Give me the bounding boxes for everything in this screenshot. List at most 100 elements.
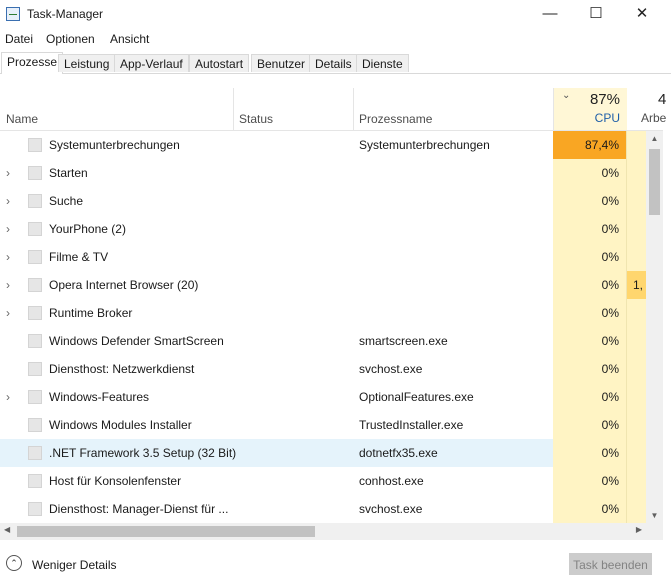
- expand-chevron-icon[interactable]: ›: [6, 166, 10, 180]
- process-name-cell: Windows Defender SmartScreen: [49, 334, 224, 348]
- expand-chevron-icon[interactable]: ›: [6, 306, 10, 320]
- vertical-scroll-thumb[interactable]: [649, 149, 660, 215]
- cpu-cell: 0%: [553, 327, 626, 355]
- table-row[interactable]: › Starten 0%: [0, 159, 646, 187]
- cpu-cell: 0%: [553, 159, 626, 187]
- process-executable-cell: TrustedInstaller.exe: [359, 418, 464, 432]
- chevron-up-circle-icon[interactable]: ⌃: [6, 555, 22, 571]
- memory-cell: [627, 383, 646, 411]
- task-manager-app-icon: [6, 7, 20, 21]
- expand-chevron-icon[interactable]: ›: [6, 194, 10, 208]
- maximize-button[interactable]: ☐: [573, 0, 619, 30]
- end-task-button[interactable]: Task beenden: [569, 553, 652, 575]
- sort-chevron-down-icon: ⌄: [562, 90, 571, 101]
- table-row[interactable]: › Suche 0%: [0, 187, 646, 215]
- table-row[interactable]: Systemunterbrechungen Systemunterbrechung…: [0, 131, 646, 159]
- column-header-arbeitsspeicher[interactable]: 4 Arbe: [627, 88, 667, 130]
- window-title: Task-Manager: [27, 7, 104, 21]
- process-icon: [28, 418, 42, 432]
- horizontal-scroll-thumb[interactable]: [17, 526, 315, 537]
- memory-cell: [627, 327, 646, 355]
- menu-ansicht[interactable]: Ansicht: [110, 32, 149, 46]
- tab-details[interactable]: Details: [309, 54, 358, 72]
- memory-cell: [627, 299, 646, 327]
- expand-chevron-icon[interactable]: ›: [6, 222, 10, 236]
- process-executable-cell: Systemunterbrechungen: [359, 138, 490, 152]
- column-divider[interactable]: [353, 88, 354, 130]
- process-name-cell: YourPhone (2): [49, 222, 126, 236]
- tab-prozesse[interactable]: Prozesse: [1, 52, 64, 74]
- process-name-cell: Host für Konsolenfenster: [49, 474, 182, 488]
- close-button[interactable]: ✕: [619, 0, 665, 30]
- tab-bar: Prozesse Leistung App-Verlauf Autostart …: [0, 52, 671, 74]
- process-executable-cell: conhost.exe: [359, 474, 424, 488]
- cpu-cell: 0%: [553, 495, 626, 523]
- process-icon: [28, 278, 42, 292]
- memory-cell: 1,: [627, 271, 646, 299]
- process-executable-cell: svchost.exe: [359, 502, 423, 516]
- scroll-down-arrow-icon[interactable]: ▼: [646, 511, 663, 520]
- expand-chevron-icon[interactable]: ›: [6, 278, 10, 292]
- process-name-cell: .NET Framework 3.5 Setup (32 Bit): [49, 446, 237, 460]
- table-row[interactable]: Host für Konsolenfenster conhost.exe 0%: [0, 467, 646, 495]
- table-row[interactable]: .NET Framework 3.5 Setup (32 Bit) dotnetf…: [0, 439, 646, 467]
- process-name-cell: Suche: [49, 194, 84, 208]
- scroll-up-arrow-icon[interactable]: ▲: [646, 134, 663, 143]
- process-icon: [28, 362, 42, 376]
- cpu-cell: 0%: [553, 383, 626, 411]
- table-row[interactable]: Windows Defender SmartScreen smartscreen.…: [0, 327, 646, 355]
- memory-cell: [627, 411, 646, 439]
- table-row[interactable]: › Filme & TV 0%: [0, 243, 646, 271]
- process-executable-cell: OptionalFeatures.exe: [359, 390, 474, 404]
- process-name-cell: Windows-Features: [49, 390, 150, 404]
- column-header-cpu[interactable]: ⌄ 87% CPU: [553, 88, 627, 130]
- weniger-details-link[interactable]: Weniger Details: [32, 558, 116, 572]
- process-icon: [28, 446, 42, 460]
- scrollbar-corner: [646, 523, 663, 540]
- cpu-cell: 0%: [553, 411, 626, 439]
- cpu-cell: 0%: [553, 215, 626, 243]
- column-divider: [626, 131, 627, 523]
- table-row[interactable]: Windows Modules Installer TrustedInstalle…: [0, 411, 646, 439]
- tab-autostart[interactable]: Autostart: [189, 54, 250, 72]
- vertical-scrollbar[interactable]: ▲ ▼: [646, 131, 663, 523]
- table-row[interactable]: Diensthost: Netzwerkdienst svchost.exe 0%: [0, 355, 646, 383]
- process-icon: [28, 390, 42, 404]
- process-executable-cell: svchost.exe: [359, 362, 423, 376]
- memory-cell: [627, 467, 646, 495]
- column-header-prozessname[interactable]: Prozessname: [359, 112, 432, 126]
- process-list: Systemunterbrechungen Systemunterbrechung…: [0, 131, 646, 523]
- process-icon: [28, 306, 42, 320]
- memory-total-percent: 4: [658, 91, 667, 108]
- process-icon: [28, 502, 42, 516]
- column-divider[interactable]: [233, 88, 234, 130]
- process-name-cell: Runtime Broker: [49, 306, 133, 320]
- table-row[interactable]: › Windows-Features OptionalFeatures.exe 0%: [0, 383, 646, 411]
- expand-chevron-icon[interactable]: ›: [6, 250, 10, 264]
- memory-cell: [627, 243, 646, 271]
- menu-datei[interactable]: Datei: [5, 32, 33, 46]
- tab-dienste[interactable]: Dienste: [356, 54, 409, 72]
- process-icon: [28, 194, 42, 208]
- tab-app-verlauf[interactable]: App-Verlauf: [114, 54, 189, 72]
- column-header-status[interactable]: Status: [239, 112, 273, 126]
- table-row[interactable]: › Runtime Broker 0%: [0, 299, 646, 327]
- cpu-cell: 0%: [553, 467, 626, 495]
- table-row[interactable]: Diensthost: Manager-Dienst für ... svchos…: [0, 495, 646, 523]
- menu-optionen[interactable]: Optionen: [46, 32, 95, 46]
- memory-column-label: Arbe: [641, 111, 667, 125]
- scroll-left-arrow-icon[interactable]: ◀: [4, 525, 10, 534]
- scroll-right-arrow-icon[interactable]: ▶: [636, 525, 642, 534]
- table-row[interactable]: › Opera Internet Browser (20) 0% 1,: [0, 271, 646, 299]
- expand-chevron-icon[interactable]: ›: [6, 390, 10, 404]
- cpu-total-percent: 87%: [589, 91, 620, 108]
- horizontal-scrollbar[interactable]: ◀ ▶: [0, 523, 646, 540]
- table-row[interactable]: › YourPhone (2) 0%: [0, 215, 646, 243]
- process-icon: [28, 166, 42, 180]
- tab-leistung[interactable]: Leistung: [58, 54, 116, 72]
- process-icon: [28, 250, 42, 264]
- minimize-button[interactable]: —: [527, 0, 573, 30]
- tab-benutzer[interactable]: Benutzer: [251, 54, 312, 72]
- memory-cell: [627, 215, 646, 243]
- column-header-name[interactable]: Name: [6, 112, 38, 126]
